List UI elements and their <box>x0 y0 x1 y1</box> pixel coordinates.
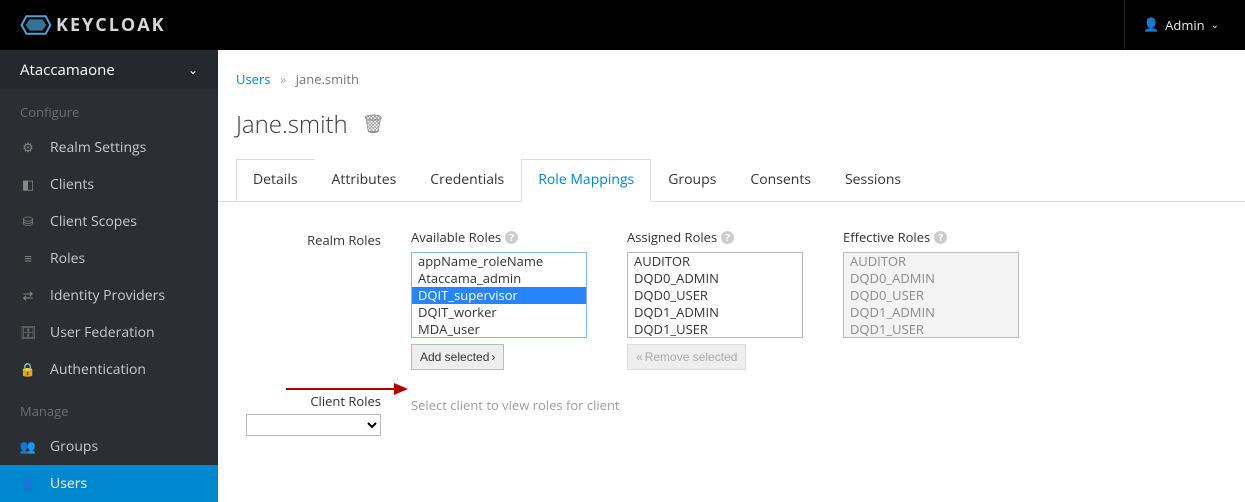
sidebar: Ataccamaone ⌄ Configure ⚙Realm Settings◧… <box>0 50 218 502</box>
role-option: DQD1_ADMIN <box>844 304 1018 321</box>
keycloak-logo-icon <box>18 13 54 37</box>
trash-icon: 🗑 <box>362 114 385 134</box>
sidebar-item-identity-providers[interactable]: ⇄Identity Providers <box>0 277 218 314</box>
breadcrumb: Users » jane.smith <box>218 50 1245 98</box>
sliders-icon: ⚙ <box>20 140 36 156</box>
main-content: Users » jane.smith Jane.smith 🗑 DetailsA… <box>218 50 1245 502</box>
assigned-roles-label: Assigned Roles <box>627 228 717 246</box>
section-manage-label: Manage <box>0 388 218 428</box>
role-option[interactable]: Ataccama_admin <box>412 270 586 287</box>
available-roles-label: Available Roles <box>411 228 501 246</box>
tab-sessions[interactable]: Sessions <box>828 159 918 202</box>
chevron-down-icon: ⌄ <box>188 63 198 77</box>
sidebar-item-user-federation[interactable]: 🗄User Federation <box>0 314 218 351</box>
role-option[interactable]: DQD1_ADMIN <box>628 304 802 321</box>
role-option: AUDITOR <box>844 253 1018 270</box>
lock-icon: 🔒 <box>20 362 36 378</box>
list-icon: ≡ <box>20 251 36 266</box>
sidebar-item-client-scopes[interactable]: ⛁Client Scopes <box>0 203 218 240</box>
tab-role-mappings[interactable]: Role Mappings <box>521 159 651 202</box>
section-configure-label: Configure <box>0 89 218 129</box>
role-option: DQD0_ADMIN <box>844 270 1018 287</box>
role-option[interactable]: AUDITOR <box>628 253 802 270</box>
user-label: Admin <box>1165 16 1204 34</box>
realm-roles-label: Realm Roles <box>236 228 411 249</box>
role-option[interactable]: DQD0_USER <box>628 287 802 304</box>
tab-credentials[interactable]: Credentials <box>413 159 521 202</box>
breadcrumb-sep: » <box>280 70 286 88</box>
sidebar-item-users[interactable]: 👤Users <box>0 465 218 502</box>
breadcrumb-root[interactable]: Users <box>236 70 270 88</box>
role-option[interactable]: DQD1_USER <box>628 321 802 338</box>
user-icon: 👤 <box>1143 17 1159 33</box>
sidebar-item-roles[interactable]: ≡Roles <box>0 240 218 277</box>
db-icon: 🗄 <box>20 325 36 341</box>
chevron-down-icon: ⌄ <box>1211 20 1219 31</box>
remove-selected-button[interactable]: « Remove selected <box>627 344 746 370</box>
page-title: Jane.smith <box>236 108 348 141</box>
client-roles-label: Client Roles <box>236 392 381 414</box>
add-selected-button[interactable]: Add selected › <box>411 344 504 370</box>
available-roles-listbox[interactable]: appName_roleNameAtaccama_adminDQIT_super… <box>411 252 587 338</box>
user-icon: 👤 <box>20 476 36 492</box>
effective-roles-label: Effective Roles <box>843 228 930 246</box>
tab-details[interactable]: Details <box>236 159 315 202</box>
tab-groups[interactable]: Groups <box>651 159 733 202</box>
swap-icon: ⇄ <box>20 288 36 304</box>
tabs: DetailsAttributesCredentialsRole Mapping… <box>218 159 1245 202</box>
brand-logo[interactable]: KEYCLOAK <box>18 13 166 37</box>
tab-consents[interactable]: Consents <box>733 159 828 202</box>
client-select[interactable] <box>246 414 381 436</box>
role-option[interactable]: DQIT_worker <box>412 304 586 321</box>
effective-roles-listbox: AUDITORDQD0_ADMINDQD0_USERDQD1_ADMINDQD1… <box>843 252 1019 338</box>
delete-user-button[interactable]: 🗑 <box>362 114 385 135</box>
role-option[interactable]: appName_roleName <box>412 253 586 270</box>
tab-attributes[interactable]: Attributes <box>315 159 414 202</box>
user-menu[interactable]: 👤 Admin ⌄ <box>1124 0 1227 50</box>
brand-text: KEYCLOAK <box>56 13 166 37</box>
topbar: KEYCLOAK 👤 Admin ⌄ <box>0 0 1245 50</box>
role-option: DQD0_USER <box>844 287 1018 304</box>
realm-selector[interactable]: Ataccamaone ⌄ <box>0 50 218 89</box>
role-option[interactable]: DQIT_supervisor <box>412 287 586 304</box>
group-icon: 👥 <box>20 439 36 455</box>
role-option[interactable]: DQD0_ADMIN <box>628 270 802 287</box>
assigned-roles-listbox[interactable]: AUDITORDQD0_ADMINDQD0_USERDQD1_ADMINDQD1… <box>627 252 803 338</box>
sidebar-item-clients[interactable]: ◧Clients <box>0 166 218 203</box>
sidebar-item-groups[interactable]: 👥Groups <box>0 428 218 465</box>
realm-name: Ataccamaone <box>20 60 115 80</box>
cube-icon: ◧ <box>20 177 36 193</box>
sidebar-item-realm-settings[interactable]: ⚙Realm Settings <box>0 129 218 166</box>
role-option: DQD1_USER <box>844 321 1018 338</box>
chevron-left-icon: « <box>636 350 643 364</box>
sidebar-item-authentication[interactable]: 🔒Authentication <box>0 351 218 388</box>
breadcrumb-current: jane.smith <box>296 70 359 88</box>
chevron-right-icon: › <box>491 350 495 364</box>
role-option[interactable]: MDA_user <box>412 321 586 338</box>
help-icon[interactable]: ? <box>934 231 947 244</box>
scopes-icon: ⛁ <box>20 214 36 230</box>
help-icon[interactable]: ? <box>721 231 734 244</box>
help-icon[interactable]: ? <box>505 231 518 244</box>
client-roles-hint: Select client to view roles for client <box>411 392 620 414</box>
